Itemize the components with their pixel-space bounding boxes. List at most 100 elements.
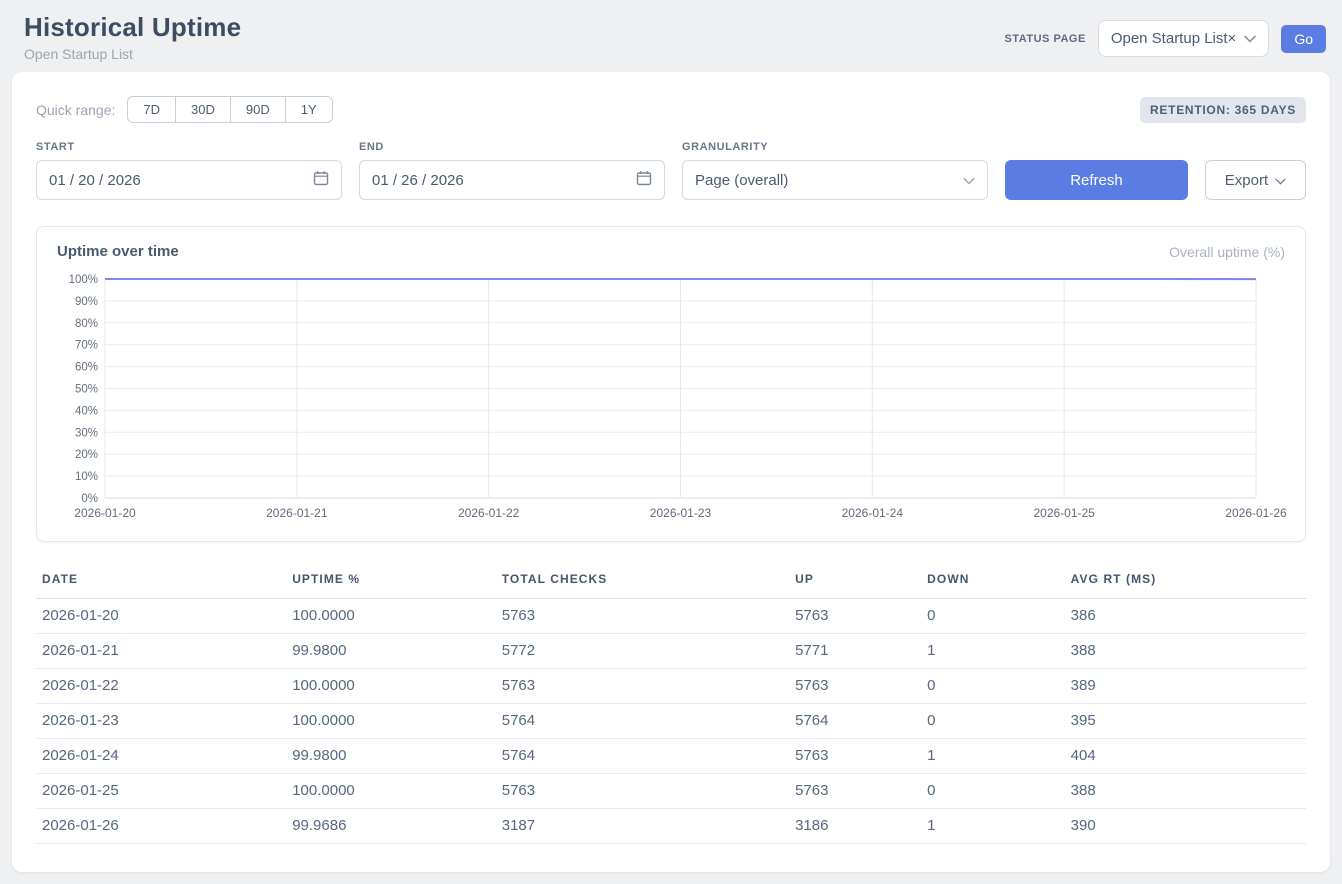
start-date-value: 01 / 20 / 2026 (49, 172, 141, 189)
table-row: 2026-01-2199.9800577257711388 (36, 634, 1306, 669)
svg-text:40%: 40% (75, 405, 98, 417)
svg-text:50%: 50% (75, 384, 98, 396)
page-header: Historical Uptime Open Startup List STAT… (0, 0, 1342, 72)
svg-text:2026-01-25: 2026-01-25 (1033, 506, 1095, 520)
table-row: 2026-01-20100.0000576357630386 (36, 599, 1306, 634)
table-cell: 3186 (789, 809, 921, 844)
export-button-label: Export (1225, 172, 1268, 189)
chevron-down-icon (963, 172, 975, 189)
table-cell: 2026-01-25 (36, 774, 286, 809)
table-cell: 2026-01-20 (36, 599, 286, 634)
table-cell: 1 (921, 809, 1065, 844)
table-cell: 5763 (496, 774, 789, 809)
svg-text:100%: 100% (69, 274, 98, 286)
status-page-select[interactable]: Open Startup List× (1098, 20, 1270, 57)
svg-text:2026-01-23: 2026-01-23 (650, 506, 712, 520)
svg-text:60%: 60% (75, 362, 98, 374)
quick-range-30d-button[interactable]: 30D (175, 96, 231, 123)
table-cell: 5763 (496, 669, 789, 704)
svg-text:2026-01-26: 2026-01-26 (1225, 506, 1287, 520)
controls-row-2: START 01 / 20 / 2026 END 01 / 26 / 2026 … (36, 141, 1306, 200)
svg-text:30%: 30% (75, 427, 98, 439)
table-column-header: UPTIME % (286, 566, 496, 599)
quick-range-7d-button[interactable]: 7D (127, 96, 176, 123)
export-button[interactable]: Export (1205, 160, 1306, 200)
table-cell: 404 (1065, 739, 1306, 774)
table-cell: 5764 (789, 704, 921, 739)
table-cell: 5763 (789, 599, 921, 634)
table-cell: 0 (921, 704, 1065, 739)
quick-range-90d-button[interactable]: 90D (230, 96, 286, 123)
header-right: STATUS PAGE Open Startup List× Go (1005, 20, 1326, 57)
svg-text:2026-01-20: 2026-01-20 (74, 506, 136, 520)
quick-range-1y-button[interactable]: 1Y (285, 96, 333, 123)
svg-text:90%: 90% (75, 296, 98, 308)
chevron-down-icon (1275, 172, 1286, 189)
start-date-label: START (36, 141, 342, 153)
table-cell: 2026-01-22 (36, 669, 286, 704)
granularity-field: GRANULARITY Page (overall) (682, 141, 988, 200)
table-cell: 2026-01-26 (36, 809, 286, 844)
quick-range-label: Quick range: (36, 102, 115, 118)
table-cell: 100.0000 (286, 669, 496, 704)
table-cell: 100.0000 (286, 599, 496, 634)
page-title: Historical Uptime (24, 12, 241, 43)
calendar-icon[interactable] (313, 170, 329, 190)
table-row: 2026-01-2699.9686318731861390 (36, 809, 1306, 844)
table-cell: 1 (921, 739, 1065, 774)
end-date-value: 01 / 26 / 2026 (372, 172, 464, 189)
table-cell: 5772 (496, 634, 789, 669)
granularity-selected-value: Page (overall) (695, 172, 788, 189)
table-cell: 5763 (496, 599, 789, 634)
table-cell: 1 (921, 634, 1065, 669)
chart-title: Uptime over time (57, 243, 179, 260)
chart-header: Uptime over time Overall uptime (%) (57, 243, 1285, 260)
table-cell: 0 (921, 669, 1065, 704)
end-date-field: END 01 / 26 / 2026 (359, 141, 665, 200)
uptime-table: DATEUPTIME %TOTAL CHECKSUPDOWNAVG RT (MS… (36, 566, 1306, 844)
table-row: 2026-01-23100.0000576457640395 (36, 704, 1306, 739)
table-cell: 5763 (789, 739, 921, 774)
table-column-header: DATE (36, 566, 286, 599)
table-cell: 0 (921, 774, 1065, 809)
table-cell: 386 (1065, 599, 1306, 634)
table-column-header: TOTAL CHECKS (496, 566, 789, 599)
svg-text:0%: 0% (81, 493, 98, 505)
svg-text:80%: 80% (75, 318, 98, 330)
table-cell: 388 (1065, 774, 1306, 809)
table-cell: 5763 (789, 774, 921, 809)
retention-badge: RETENTION: 365 DAYS (1140, 97, 1306, 123)
status-page-label: STATUS PAGE (1005, 33, 1086, 45)
table-row: 2026-01-22100.0000576357630389 (36, 669, 1306, 704)
table-cell: 0 (921, 599, 1065, 634)
table-cell: 2026-01-24 (36, 739, 286, 774)
uptime-chart: 0%10%20%30%40%50%60%70%80%90%100%2026-01… (57, 270, 1288, 526)
svg-text:2026-01-21: 2026-01-21 (266, 506, 328, 520)
svg-text:20%: 20% (75, 449, 98, 461)
table-row: 2026-01-25100.0000576357630388 (36, 774, 1306, 809)
chevron-down-icon (1244, 30, 1256, 47)
start-date-field: START 01 / 20 / 2026 (36, 141, 342, 200)
chart-legend: Overall uptime (%) (1169, 244, 1285, 260)
controls-row-1: Quick range: 7D 30D 90D 1Y RETENTION: 36… (36, 96, 1306, 123)
table-row: 2026-01-2499.9800576457631404 (36, 739, 1306, 774)
end-date-input[interactable]: 01 / 26 / 2026 (359, 160, 665, 200)
table-header: DATEUPTIME %TOTAL CHECKSUPDOWNAVG RT (MS… (36, 566, 1306, 599)
granularity-label: GRANULARITY (682, 141, 988, 153)
table-column-header: DOWN (921, 566, 1065, 599)
quick-range-group: Quick range: 7D 30D 90D 1Y (36, 96, 333, 123)
table-column-header: UP (789, 566, 921, 599)
table-cell: 388 (1065, 634, 1306, 669)
table-cell: 5764 (496, 739, 789, 774)
svg-text:2026-01-24: 2026-01-24 (842, 506, 904, 520)
refresh-button[interactable]: Refresh (1005, 160, 1188, 200)
start-date-input[interactable]: 01 / 20 / 2026 (36, 160, 342, 200)
calendar-icon[interactable] (636, 170, 652, 190)
table-cell: 2026-01-21 (36, 634, 286, 669)
granularity-select[interactable]: Page (overall) (682, 160, 988, 200)
title-block: Historical Uptime Open Startup List (24, 12, 241, 62)
go-button[interactable]: Go (1281, 25, 1326, 53)
table-cell: 100.0000 (286, 774, 496, 809)
table-cell: 99.9800 (286, 739, 496, 774)
table-cell: 390 (1065, 809, 1306, 844)
